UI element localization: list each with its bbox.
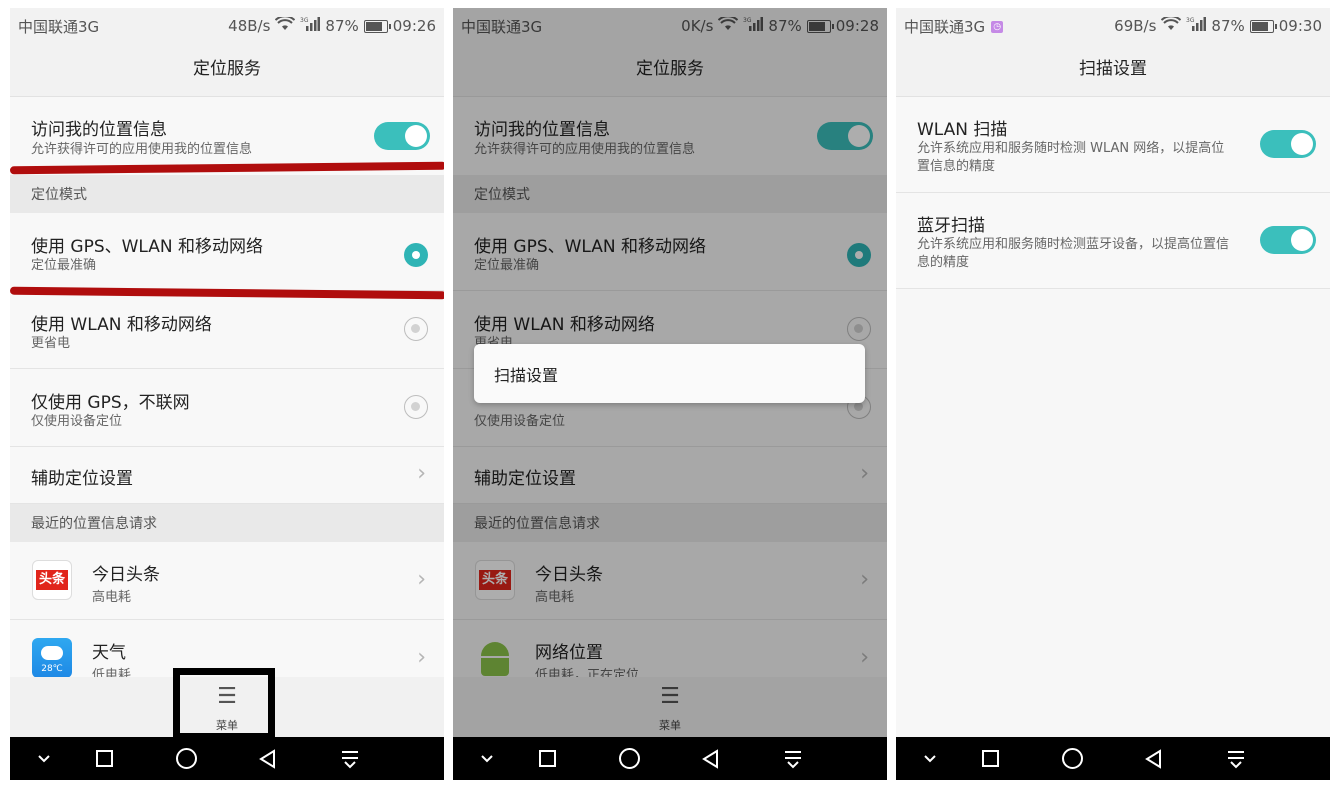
mode-sub: 仅使用设备定位	[31, 414, 123, 429]
sim-icon: ◷	[991, 20, 1004, 33]
chevron-right-icon: ›	[417, 645, 426, 670]
weather-app-icon: 28℃	[32, 638, 72, 678]
system-nav-bar	[896, 737, 1330, 780]
mode-wlan-mobile[interactable]: 使用 WLAN 和移动网络 更省电	[10, 291, 444, 369]
section-label: 定位模式	[31, 187, 87, 203]
bluetooth-scan-desc-line1: 允许系统应用和服务随时检测蓝牙设备，以提高位置信	[917, 237, 1230, 252]
radio-unselected[interactable]	[404, 395, 428, 419]
screen-scan-settings: 中国联通3G ◷ 69B/s 3G 87% 09:30 扫描设置 WLAN 扫描…	[896, 8, 1330, 780]
circle-icon	[1061, 748, 1083, 769]
screen-location-services-menu: 中国联通3G 0K/s 3G 87% 09:28 定位服务 访问我的位置信息 允…	[453, 8, 887, 780]
radio-selected[interactable]	[404, 243, 428, 267]
battery-percent: 87%	[1211, 17, 1245, 35]
carrier-label: 中国联通3G	[904, 18, 986, 36]
clock: 09:26	[392, 17, 436, 35]
chevron-down-icon[interactable]	[457, 737, 517, 780]
battery-icon	[1249, 19, 1277, 33]
access-location-sub: 允许获得许可的应用使用我的位置信息	[31, 142, 253, 157]
back-button[interactable]	[1124, 737, 1184, 780]
chevron-right-icon: ›	[417, 567, 426, 592]
back-button[interactable]	[681, 737, 741, 780]
annotation-box	[173, 668, 275, 740]
recents-button[interactable]	[517, 737, 577, 780]
network-speed: 48B/s	[228, 17, 271, 35]
notification-pull-icon[interactable]	[763, 737, 823, 780]
chevron-right-icon: ›	[417, 461, 426, 486]
status-bar: 中国联通3G 48B/s 3G 87% 09:26	[10, 8, 444, 42]
signal-icon: 3G	[300, 16, 321, 36]
page-title: 扫描设置	[896, 42, 1330, 97]
section-location-mode: 定位模式	[10, 175, 444, 213]
recents-button[interactable]	[74, 737, 134, 780]
status-bar: 中国联通3G ◷ 69B/s 3G 87% 09:30	[896, 8, 1330, 42]
battery-icon	[363, 19, 391, 33]
page-title: 定位服务	[10, 42, 444, 97]
bluetooth-scan-row[interactable]: 蓝牙扫描 允许系统应用和服务随时检测蓝牙设备，以提高位置信 息的精度	[896, 193, 1330, 289]
bluetooth-scan-title: 蓝牙扫描	[917, 216, 985, 236]
mode-gps-wlan-mobile[interactable]: 使用 GPS、WLAN 和移动网络 定位最准确	[10, 213, 444, 291]
screen-location-services: 中国联通3G 48B/s 3G 87% 09:26 定位服务 访问我的位置信息 …	[10, 8, 444, 780]
access-location-title: 访问我的位置信息	[31, 120, 167, 140]
mode-title: 仅使用 GPS，不联网	[31, 393, 190, 413]
back-button[interactable]	[238, 737, 298, 780]
notification-pull-icon[interactable]	[1206, 737, 1266, 780]
bluetooth-scan-toggle[interactable]	[1260, 226, 1316, 254]
popup-menu: 扫描设置	[474, 344, 865, 403]
wlan-scan-row[interactable]: WLAN 扫描 允许系统应用和服务随时检测 WLAN 网络，以提高位 置信息的精…	[896, 97, 1330, 193]
wlan-scan-toggle[interactable]	[1260, 130, 1316, 158]
mode-title: 使用 GPS、WLAN 和移动网络	[31, 237, 264, 257]
square-icon	[95, 750, 113, 767]
app-power: 高电耗	[92, 590, 132, 605]
square-icon	[538, 750, 556, 767]
wlan-scan-desc-line1: 允许系统应用和服务随时检测 WLAN 网络，以提高位	[917, 141, 1225, 156]
menu-item-scan-settings[interactable]: 扫描设置	[494, 362, 558, 386]
wifi-icon	[275, 15, 296, 35]
system-nav-bar	[453, 737, 887, 780]
app-name: 天气	[92, 643, 126, 663]
svg-text:3G: 3G	[1186, 17, 1195, 24]
bluetooth-scan-desc-line2: 息的精度	[917, 255, 970, 270]
chevron-down-icon[interactable]	[14, 737, 74, 780]
mode-title: 使用 WLAN 和移动网络	[31, 315, 212, 335]
clock: 09:30	[1278, 17, 1322, 35]
assist-location-row[interactable]: 辅助定位设置 ›	[10, 447, 444, 504]
home-button[interactable]	[156, 737, 216, 780]
notification-pull-icon[interactable]	[320, 737, 380, 780]
section-label: 最近的位置信息请求	[31, 516, 157, 532]
system-nav-bar	[10, 737, 444, 780]
chevron-down-icon[interactable]	[900, 737, 960, 780]
home-button[interactable]	[1042, 737, 1102, 780]
square-icon	[981, 750, 999, 767]
app-row-toutiao[interactable]: 头条 今日头条 高电耗 ›	[10, 542, 444, 620]
circle-icon	[175, 748, 197, 769]
access-location-toggle[interactable]	[374, 122, 430, 150]
mode-sub: 更省电	[31, 336, 71, 351]
toutiao-app-icon: 头条	[32, 560, 72, 600]
carrier-label: 中国联通3G	[18, 18, 100, 36]
signal-icon: 3G	[1186, 16, 1207, 36]
home-button[interactable]	[599, 737, 659, 780]
section-recent-requests: 最近的位置信息请求	[10, 504, 444, 542]
wlan-scan-desc-line2: 置信息的精度	[917, 159, 996, 174]
mode-gps-only[interactable]: 仅使用 GPS，不联网 仅使用设备定位	[10, 369, 444, 447]
mode-sub: 定位最准确	[31, 258, 97, 273]
recents-button[interactable]	[960, 737, 1020, 780]
radio-unselected[interactable]	[404, 317, 428, 341]
circle-icon	[618, 748, 640, 769]
svg-text:3G: 3G	[300, 17, 309, 24]
network-speed: 69B/s	[1114, 17, 1157, 35]
app-name: 今日头条	[92, 565, 160, 585]
wlan-scan-title: WLAN 扫描	[917, 120, 1008, 140]
assist-location-title: 辅助定位设置	[31, 469, 133, 489]
wifi-icon	[1161, 15, 1182, 35]
battery-percent: 87%	[325, 17, 359, 35]
